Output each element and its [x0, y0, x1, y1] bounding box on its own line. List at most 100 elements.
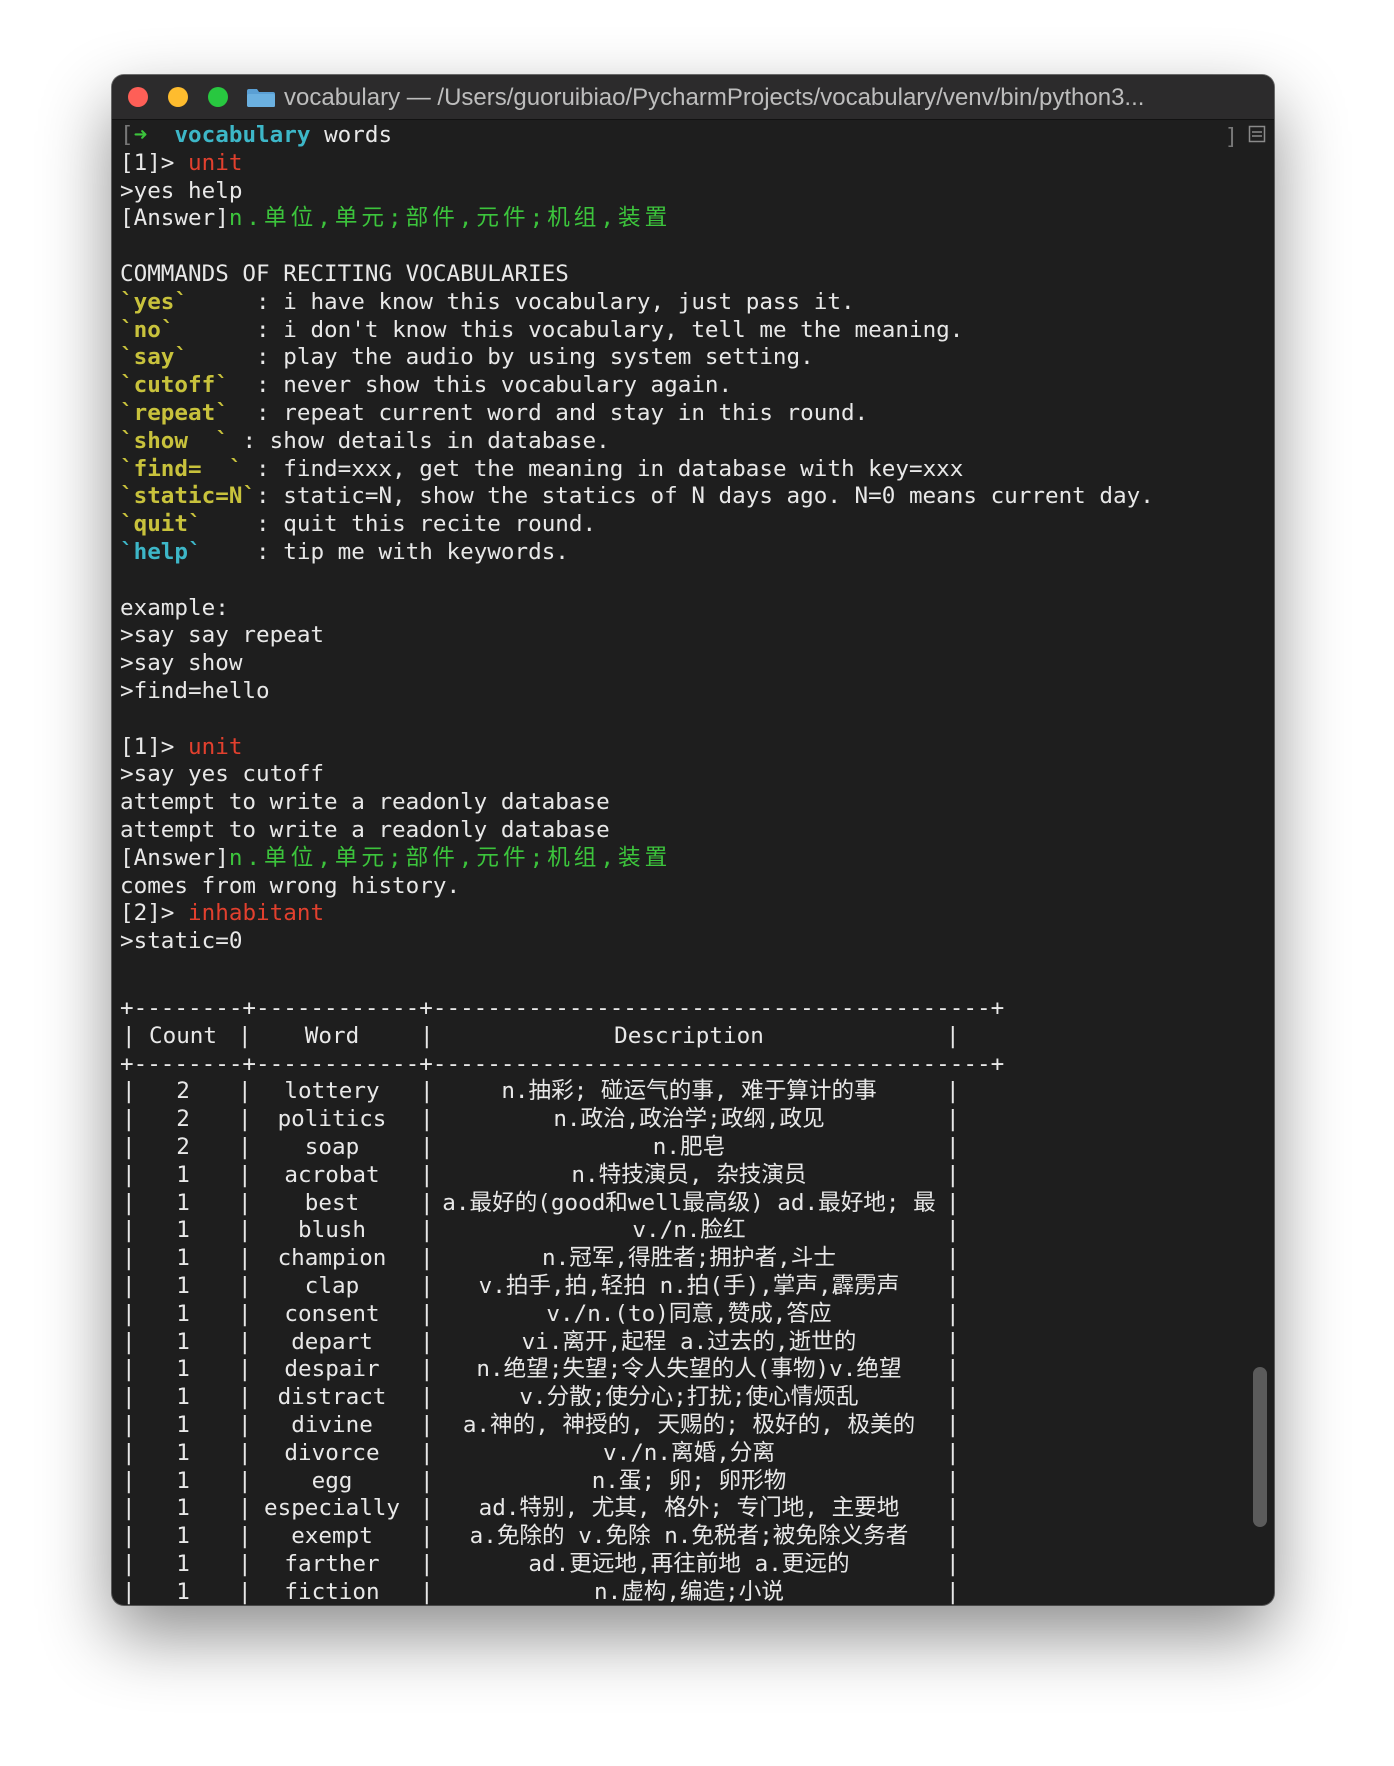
table-pipe: |	[946, 1022, 960, 1049]
cell-word: lottery	[284, 1078, 380, 1105]
table-row: | 1 | despair | n.绝望;失望;令人失望的人(事物)v.绝望 |	[120, 1356, 1004, 1384]
table-pipe: |	[946, 1384, 960, 1411]
table-pipe: |	[946, 1245, 960, 1272]
help-item: `static=N`: static=N, show the statics o…	[120, 483, 1240, 511]
help-keyword: `no`	[120, 316, 175, 343]
cell-word: distract	[277, 1384, 387, 1411]
help-item: `yes` : i have know this vocabulary, jus…	[120, 289, 1240, 317]
answer-line: [Answer]n.单位,单元;部件,元件;机组,装置	[120, 205, 1240, 233]
table-row: | 1 | divorce | v./n.离婚,分离 |	[120, 1440, 1004, 1468]
cell-count: 1	[176, 1384, 190, 1411]
help-list: `yes` : i have know this vocabulary, jus…	[120, 289, 1240, 567]
header-description: Description	[614, 1022, 764, 1049]
table-row: | 1 | clap | v.拍手,拍,轻拍 n.拍(手),掌声,霹雳声 |	[120, 1273, 1004, 1301]
cwd-label: vocabulary	[174, 122, 311, 148]
cell-word: consent	[284, 1300, 380, 1327]
help-description: : i have know this vocabulary, just pass…	[256, 288, 855, 315]
cell-word: soap	[304, 1133, 360, 1160]
help-title: COMMANDS OF RECITING VOCABULARIES	[120, 260, 569, 287]
cell-count: 2	[176, 1133, 190, 1160]
help-padding	[188, 344, 256, 370]
help-description: : static=N, show the statics of N days a…	[256, 483, 1154, 510]
cell-word: fiction	[284, 1578, 380, 1605]
prompt-arrow-icon: ➜	[133, 122, 148, 148]
help-item: `find= ` : find=xxx, get the meaning in …	[120, 456, 1240, 484]
cell-description: n.冠军,得胜者;拥护者,斗士	[542, 1245, 836, 1272]
cell-description: v.拍手,拍,轻拍 n.拍(手),掌声,霹雳声	[478, 1272, 900, 1299]
help-item: `repeat` : repeat current word and stay …	[120, 400, 1240, 428]
table-pipe: |	[946, 1523, 960, 1550]
scrollbar-thumb[interactable]	[1253, 1367, 1267, 1527]
title-bar[interactable]: vocabulary — /Users/guoruibiao/PycharmPr…	[112, 75, 1274, 120]
cell-count: 1	[176, 1161, 190, 1188]
cell-description: a.最好的(good和well最高级) ad.最好地; 最	[442, 1189, 936, 1216]
table-pipe: |	[946, 1078, 960, 1105]
help-description: : never show this vocabulary again.	[256, 372, 733, 399]
error-line: attempt to write a readonly database	[120, 816, 610, 843]
table-pipe: |	[946, 1189, 960, 1216]
cell-word: divorce	[284, 1439, 380, 1466]
cell-description: vi.离开,起程 a.过去的,逝世的	[521, 1328, 857, 1355]
cell-count: 1	[176, 1467, 190, 1494]
help-keyword: `repeat`	[120, 399, 229, 426]
help-item: `help` : tip me with keywords.	[120, 539, 1240, 567]
cell-word: farther	[284, 1550, 380, 1577]
cell-description: n.蛋; 卵; 卵形物	[591, 1467, 787, 1494]
help-item: `say` : play the audio by using system s…	[120, 344, 1240, 372]
answer-text: n.单位,单元;部件,元件;机组,装置	[228, 205, 672, 232]
cell-count: 1	[176, 1328, 190, 1355]
statics-table: +--------+------------+-----------------…	[120, 995, 1004, 1605]
table-row: | 1 | blush | v./n.脸红 |	[120, 1217, 1004, 1245]
cell-word: champion	[277, 1245, 387, 1272]
cell-description: v./n.脸红	[632, 1217, 746, 1244]
table-row: | 1 | especially | ad.特别, 尤其, 格外; 专门地, 主要地 |	[120, 1495, 1004, 1523]
help-description: : show details in database.	[242, 427, 610, 454]
help-description: : quit this recite round.	[256, 511, 597, 538]
cell-count: 2	[176, 1106, 190, 1133]
cell-word: acrobat	[284, 1161, 380, 1188]
user-input-line: >static=0	[120, 928, 243, 955]
table-pipe: |	[946, 1106, 960, 1133]
round-counter: [1]>	[120, 733, 175, 760]
cell-description: ad.更远地,再往前地 a.更远的	[528, 1550, 850, 1577]
help-padding	[229, 400, 256, 426]
zoom-button[interactable]	[208, 87, 228, 107]
table-pipe: |	[946, 1217, 960, 1244]
command-text: words	[324, 122, 393, 148]
cell-word: clap	[304, 1272, 360, 1299]
cell-description: n.绝望;失望;令人失望的人(事物)v.绝望	[476, 1356, 902, 1383]
cell-count: 1	[176, 1189, 190, 1216]
help-keyword: `quit`	[120, 511, 202, 538]
table-row: | 2 | lottery | n.抽彩; 碰运气的事, 难于算计的事 |	[120, 1078, 1004, 1106]
help-item: `cutoff` : never show this vocabulary ag…	[120, 372, 1240, 400]
help-description: : play the audio by using system setting…	[256, 344, 814, 371]
answer-text: n.单位,单元;部件,元件;机组,装置	[228, 844, 672, 871]
example-line: >say say repeat	[120, 622, 325, 649]
cell-word: blush	[297, 1217, 366, 1244]
minimize-button[interactable]	[168, 87, 188, 107]
help-description: : i don't know this vocabulary, tell me …	[256, 316, 964, 343]
table-row: | 1 | divine | a.神的, 神授的, 天赐的; 极好的, 极美的 |	[120, 1412, 1004, 1440]
close-button[interactable]	[128, 87, 148, 107]
cell-description: v./n.离婚,分离	[603, 1439, 775, 1466]
table-pipe: |	[946, 1467, 960, 1494]
table-row: | 1 | exempt | a.免除的 v.免除 n.免税者;被免除义务者 |	[120, 1523, 1004, 1551]
help-keyword: `show `	[120, 427, 229, 454]
cell-description: n.虚构,编造;小说	[594, 1578, 784, 1605]
error-line: attempt to write a readonly database	[120, 789, 610, 816]
cell-count: 1	[176, 1272, 190, 1299]
split-pane-icon[interactable]	[1248, 125, 1266, 143]
help-keyword: `say`	[120, 344, 189, 371]
help-item: `no` : i don't know this vocabulary, tel…	[120, 317, 1240, 345]
cell-count: 1	[176, 1300, 190, 1327]
answer-line: [Answer]n.单位,单元;部件,元件;机组,装置	[120, 845, 1240, 873]
cell-count: 1	[176, 1245, 190, 1272]
round-line-1: [1]> unit	[120, 150, 1240, 178]
terminal-output[interactable]: [➜ vocabulary words [1]> unit >yes help …	[120, 122, 1240, 956]
cell-word: despair	[284, 1356, 380, 1383]
help-item: `show ` : show details in database.	[120, 428, 1240, 456]
answer-label: [Answer]	[120, 205, 229, 232]
